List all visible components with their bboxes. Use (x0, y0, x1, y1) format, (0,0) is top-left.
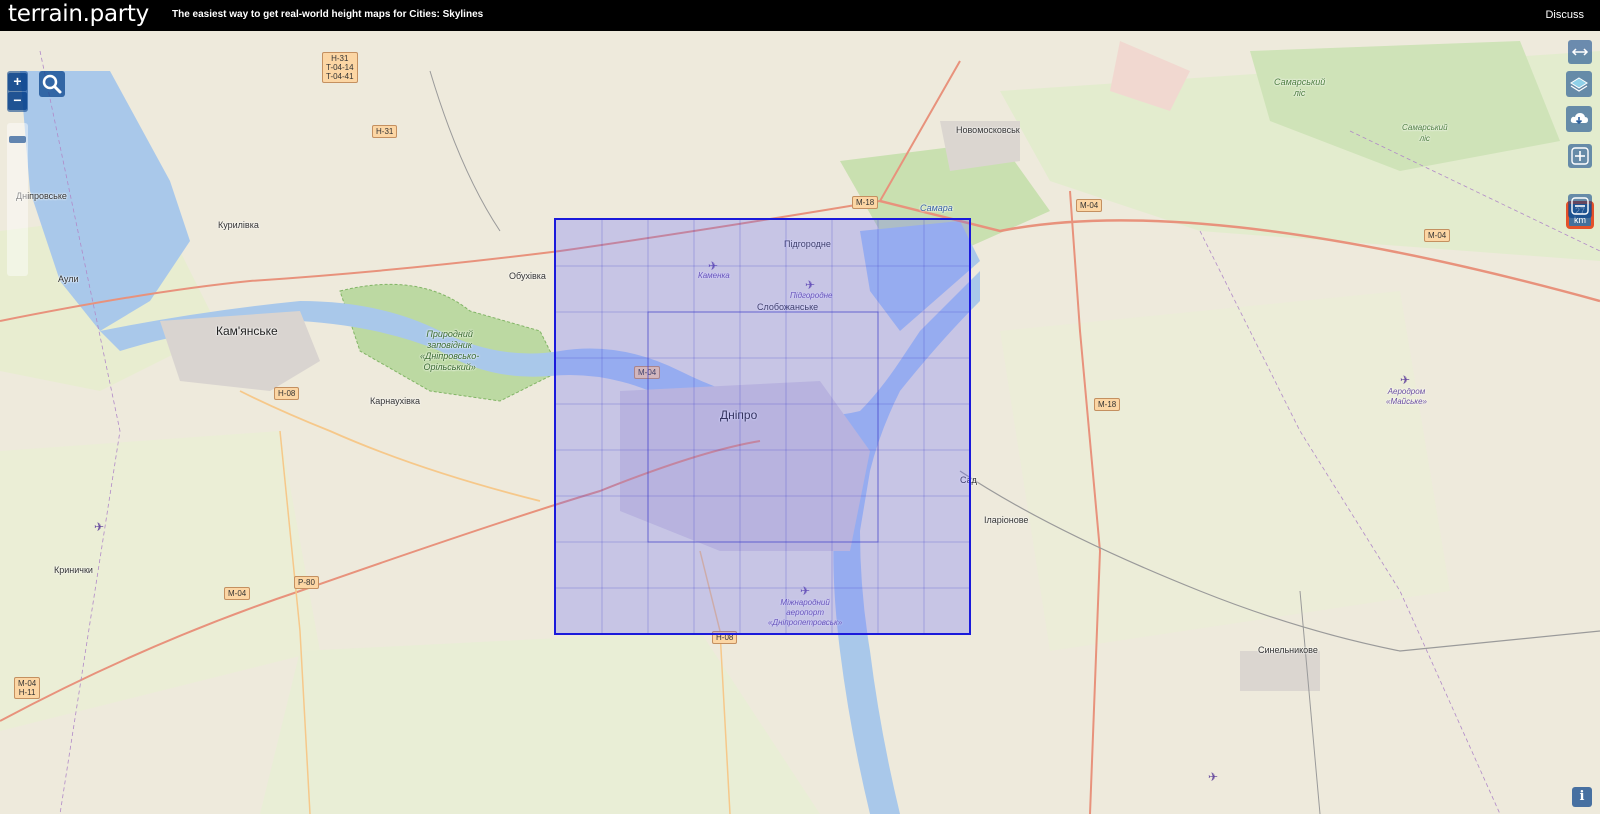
site-logo[interactable]: terrain.party (8, 1, 149, 27)
zoom-slider[interactable] (7, 123, 28, 276)
place-label-karnaukhivka: Карнаухівка (370, 396, 421, 406)
selection-grid (556, 220, 969, 633)
zoom-in-button[interactable]: + (8, 73, 27, 91)
place-label-krynychky: Кринички (54, 565, 93, 575)
road-shield: H-08 (274, 387, 300, 400)
search-icon (42, 74, 62, 94)
heightmap-selection-area[interactable] (554, 218, 971, 635)
place-label-ilarionove: Іларіонове (984, 515, 1029, 525)
place-label-kurylivka: Курилівка (218, 220, 259, 230)
search-button[interactable] (39, 71, 65, 97)
place-label-auly: Аули (58, 274, 79, 284)
road-shield: M-18 (1094, 398, 1121, 411)
park-label-reserve: Природний заповідник «Дніпровсько- Оріль… (420, 329, 480, 372)
zoom-out-button[interactable]: − (8, 92, 27, 110)
resize-horizontal-icon (1571, 48, 1589, 56)
road-shield: M-04 (1076, 199, 1103, 212)
place-label-kamianske: Кам'янське (216, 324, 278, 338)
size-decrease-button[interactable] (1568, 194, 1592, 218)
site-tagline: The easiest way to get real-world height… (172, 9, 484, 20)
map-zoom-control: + − (7, 71, 28, 112)
road-shield: M-18 (852, 196, 879, 209)
zoom-slider-thumb[interactable] (9, 136, 26, 143)
place-label-novomoskovsk: Новомосковськ (956, 125, 1020, 135)
place-label-obukhivka: Обухівка (509, 271, 546, 281)
road-shield: H-31 (372, 125, 398, 138)
info-button[interactable]: i (1572, 787, 1592, 807)
airport-label-maiske: Аеродром «Майське» (1386, 387, 1427, 406)
size-increase-button[interactable] (1568, 144, 1592, 168)
forest-label-samarskyi: Самарський ліс (1274, 77, 1326, 98)
map-canvas[interactable]: Дніпро Кам'янське Новомосковськ Підгород… (0, 31, 1600, 814)
place-label-samara: Самара (920, 203, 953, 213)
place-label-synelnykove: Синельникове (1258, 645, 1318, 655)
layers-icon (1570, 77, 1588, 92)
road-shield: M-04 (1424, 229, 1451, 242)
forest-label-samarskyi-2: Самарський ліс (1402, 123, 1448, 143)
minus-box-icon (1571, 197, 1589, 215)
road-shield: M-04 H-11 (14, 677, 41, 699)
cloud-download-icon (1570, 113, 1588, 125)
download-button[interactable] (1566, 106, 1592, 132)
airport-icon: ✈ (1208, 770, 1219, 784)
info-icon: i (1579, 789, 1585, 804)
plus-box-icon (1571, 147, 1589, 165)
road-shield: H-31 T-04-14 T-04-41 (322, 52, 358, 83)
airport-icon: ✈ (1400, 373, 1411, 387)
top-bar: terrain.party The easiest way to get rea… (0, 0, 1600, 31)
road-shield: P-80 (294, 576, 319, 589)
airport-icon: ✈ (94, 520, 105, 534)
layers-button[interactable] (1566, 71, 1592, 97)
road-shield: M-04 (224, 587, 251, 600)
resize-button[interactable] (1568, 40, 1592, 64)
discuss-link[interactable]: Discuss (1545, 9, 1584, 21)
